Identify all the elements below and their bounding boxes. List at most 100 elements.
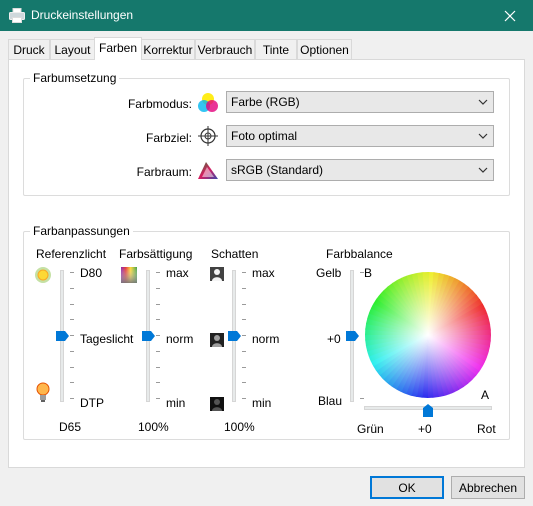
slider-tick <box>70 319 74 321</box>
referenzlicht-value: D65 <box>59 420 82 434</box>
saturation-swatch-icon <box>121 267 137 283</box>
slider-tick <box>242 319 246 321</box>
portrait-light-icon <box>210 267 224 281</box>
schatten-heading: Schatten <box>211 247 259 261</box>
slider-thumb[interactable] <box>142 331 155 341</box>
tab-optionen[interactable]: Optionen <box>297 39 352 59</box>
slider-tick <box>242 382 246 384</box>
printer-icon <box>9 8 25 23</box>
farbziel-value: Foto optimal <box>231 129 298 143</box>
slider-tick <box>70 287 74 289</box>
portrait-medium-icon <box>210 333 224 347</box>
farbraum-value: sRGB (Standard) <box>231 163 324 177</box>
slider-tick <box>156 398 160 399</box>
tab-farben[interactable]: Farben <box>94 37 142 60</box>
schatten-top-label: max <box>252 266 275 280</box>
tab-panel-farben: Farbumsetzung Farbmodus: Farbe (RGB) Far… <box>8 59 525 468</box>
tab-layout[interactable]: Layout <box>50 39 95 59</box>
window-title: Druckeinstellungen <box>31 8 134 22</box>
tab-druck[interactable]: Druck <box>8 39 50 59</box>
schatten-bottom-label: min <box>252 396 272 410</box>
farbsaettigung-value: 100% <box>138 420 169 434</box>
referenzlicht-middle-label: Tageslicht <box>80 332 134 346</box>
referenzlicht-slider[interactable] <box>56 270 74 402</box>
color-wheel-icon[interactable] <box>364 271 492 399</box>
farbbalance-right-label: Rot <box>477 422 496 436</box>
farbbalance-horizontal-slider[interactable] <box>364 404 492 420</box>
cmy-circles-icon <box>198 93 218 112</box>
farbsaettigung-bottom-label: min <box>166 396 186 410</box>
slider-tick <box>242 366 246 368</box>
farbsaettigung-middle-label: norm <box>166 332 194 346</box>
slider-tick <box>70 398 74 399</box>
slider-thumb[interactable] <box>228 331 241 341</box>
slider-tick <box>70 272 74 273</box>
tab-korrektur[interactable]: Korrektur <box>141 39 195 59</box>
slider-tick <box>242 303 246 305</box>
slider-tick <box>70 382 74 384</box>
slider-thumb[interactable] <box>56 331 69 341</box>
slider-tick <box>242 335 246 336</box>
slider-tick <box>156 319 160 321</box>
slider-tick <box>242 287 246 289</box>
ok-button[interactable]: OK <box>370 476 444 499</box>
farbmodus-label: Farbmodus: <box>127 97 192 111</box>
light-bulb-icon <box>36 382 50 402</box>
farbmodus-value: Farbe (RGB) <box>231 95 300 109</box>
farbumsetzung-title: Farbumsetzung <box>30 71 120 85</box>
farbbalance-top-label: Gelb <box>316 266 342 280</box>
farbziel-label: Farbziel: <box>145 131 192 145</box>
cancel-button[interactable]: Abbrechen <box>451 476 525 499</box>
farbsaettigung-top-label: max <box>166 266 189 280</box>
referenzlicht-bottom-label: DTP <box>80 396 104 410</box>
slider-tick <box>156 366 160 368</box>
slider-tick <box>70 335 74 336</box>
farbumsetzung-group: Farbumsetzung Farbmodus: Farbe (RGB) Far… <box>23 71 510 196</box>
slider-tick <box>156 303 160 305</box>
farbziel-select[interactable]: Foto optimal <box>226 125 494 147</box>
chevron-down-icon <box>478 133 488 139</box>
farbbalance-vertical-value: +0 <box>327 332 341 346</box>
slider-tick <box>70 303 74 305</box>
referenzlicht-top-label: D80 <box>80 266 103 280</box>
farbraum-label: Farbraum: <box>136 165 192 179</box>
slider-tick <box>156 335 160 336</box>
slider-tick <box>242 272 246 273</box>
slider-tick <box>156 272 160 273</box>
tab-tinte[interactable]: Tinte <box>255 39 297 59</box>
slider-tick <box>156 287 160 289</box>
referenzlicht-heading: Referenzlicht <box>36 247 107 261</box>
slider-tick <box>70 366 74 368</box>
slider-thumb[interactable] <box>423 404 433 417</box>
farbraum-select[interactable]: sRGB (Standard) <box>226 159 494 181</box>
crosshair-target-icon <box>198 126 218 146</box>
farbanpassungen-group: Farbanpassungen Referenzlicht D80 Tagesl… <box>23 224 510 440</box>
farbanpassungen-title: Farbanpassungen <box>30 224 133 238</box>
tab-verbrauch[interactable]: Verbrauch <box>195 39 255 59</box>
chevron-down-icon <box>478 99 488 105</box>
slider-tick <box>242 398 246 399</box>
close-icon <box>504 10 516 21</box>
farbbalance-axis-a: A <box>481 388 490 402</box>
farbsaettigung-heading: Farbsättigung <box>119 247 193 261</box>
sun-icon <box>35 267 51 283</box>
farbmodus-select[interactable]: Farbe (RGB) <box>226 91 494 113</box>
farbbalance-vertical-slider[interactable] <box>346 270 364 402</box>
slider-tick <box>156 382 160 384</box>
chevron-down-icon <box>478 167 488 173</box>
portrait-dark-icon <box>210 397 224 411</box>
farbbalance-heading: Farbbalance <box>326 247 393 261</box>
schatten-value: 100% <box>224 420 255 434</box>
farbbalance-horizontal-value: +0 <box>418 422 432 436</box>
slider-thumb[interactable] <box>346 331 359 341</box>
slider-tick <box>70 350 74 352</box>
slider-tick <box>242 350 246 352</box>
farbbalance-left-label: Grün <box>357 422 384 436</box>
schatten-middle-label: norm <box>252 332 280 346</box>
close-button[interactable] <box>487 0 533 31</box>
farbbalance-bottom-label: Blau <box>318 394 343 408</box>
slider-tick <box>156 350 160 352</box>
title-bar: Druckeinstellungen <box>0 0 533 31</box>
farbsaettigung-slider[interactable] <box>142 270 160 402</box>
schatten-slider[interactable] <box>228 270 246 402</box>
